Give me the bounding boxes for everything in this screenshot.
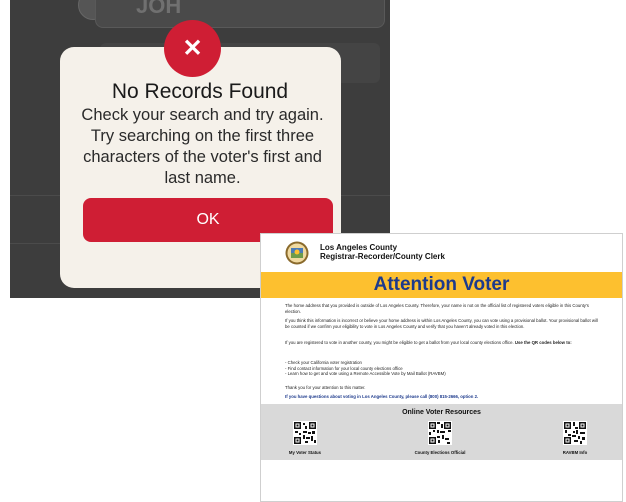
qr-label-voter-status: My Voter Status xyxy=(288,450,322,455)
background-field-text: JOH xyxy=(136,0,182,18)
close-x-glyph: ✕ xyxy=(182,35,203,62)
qr-code-county-elections-icon[interactable] xyxy=(428,421,452,445)
dialog-message: Check your search and try again. Try sea… xyxy=(81,106,324,187)
phone-contact-text: If you have questions about voting in Lo… xyxy=(285,394,479,399)
dialog-title: No Records Found xyxy=(111,80,289,103)
headline: Attention Voter xyxy=(373,274,510,295)
close-x-icon: ✕ xyxy=(164,20,221,77)
resources-title: Online Voter Resources xyxy=(402,409,481,416)
qr-label-county-elections: County Elections Official xyxy=(414,450,466,455)
background-name-field[interactable]: JOH xyxy=(95,0,385,28)
qr-purpose-list: - Check your California voter registrati… xyxy=(285,360,603,377)
paragraph-provisional-ballot: If you think this information is incorre… xyxy=(285,318,598,329)
ok-button-label: OK xyxy=(196,211,220,228)
paragraph-other-county-bold: Use the QR codes below to: xyxy=(514,340,572,345)
org-name: Los Angeles County xyxy=(320,243,398,252)
online-voter-resources: Online Voter Resources My Voter Status C… xyxy=(261,404,622,460)
headline-banner: Attention Voter xyxy=(261,272,622,298)
qr-code-ravbm-icon[interactable] xyxy=(563,421,587,445)
qr-label-ravbm: RAVBM Info xyxy=(562,450,588,455)
county-seal-logo xyxy=(285,241,309,265)
attention-voter-notice: Los Angeles County Registrar-Recorder/Co… xyxy=(260,233,623,502)
org-department: Registrar-Recorder/County Clerk xyxy=(320,252,445,261)
qr-code-voter-status-icon[interactable] xyxy=(293,421,317,445)
paragraph-other-county: If you are registered to vote in another… xyxy=(285,340,603,346)
list-item: - Learn how to get and vote using a Remo… xyxy=(285,371,446,377)
paragraph-other-county-lead: If you are registered to vote in another… xyxy=(285,340,514,345)
paragraph-outside-county: The home address that you provided is ou… xyxy=(285,303,589,314)
thanks-text: Thank you for your attention to this mat… xyxy=(285,385,366,390)
